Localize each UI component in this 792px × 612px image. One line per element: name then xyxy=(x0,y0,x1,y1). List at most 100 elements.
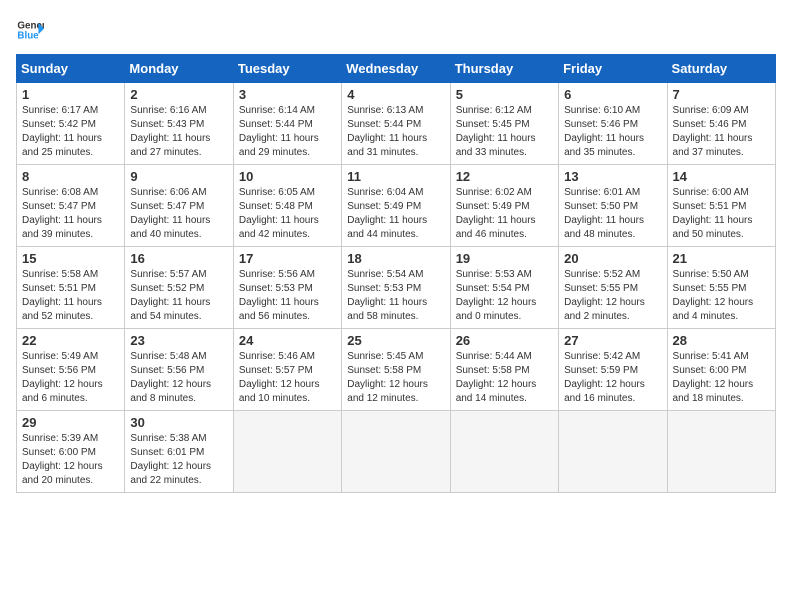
day-number: 29 xyxy=(22,415,119,430)
calendar-day-cell: 16 Sunrise: 5:57 AMSunset: 5:52 PMDaylig… xyxy=(125,247,233,329)
calendar-day-cell: 4 Sunrise: 6:13 AMSunset: 5:44 PMDayligh… xyxy=(342,83,450,165)
day-number: 12 xyxy=(456,169,553,184)
calendar-day-cell: 23 Sunrise: 5:48 AMSunset: 5:56 PMDaylig… xyxy=(125,329,233,411)
calendar-day-cell: 10 Sunrise: 6:05 AMSunset: 5:48 PMDaylig… xyxy=(233,165,341,247)
calendar-day-cell: 9 Sunrise: 6:06 AMSunset: 5:47 PMDayligh… xyxy=(125,165,233,247)
calendar-day-cell: 25 Sunrise: 5:45 AMSunset: 5:58 PMDaylig… xyxy=(342,329,450,411)
day-info: Sunrise: 6:16 AMSunset: 5:43 PMDaylight:… xyxy=(130,104,227,160)
day-number: 22 xyxy=(22,333,119,348)
day-info: Sunrise: 5:46 AMSunset: 5:57 PMDaylight:… xyxy=(239,350,336,406)
day-number: 9 xyxy=(130,169,227,184)
day-number: 1 xyxy=(22,87,119,102)
day-number: 10 xyxy=(239,169,336,184)
calendar-day-cell: 27 Sunrise: 5:42 AMSunset: 5:59 PMDaylig… xyxy=(559,329,667,411)
calendar-day-cell xyxy=(233,411,341,493)
day-number: 15 xyxy=(22,251,119,266)
day-info: Sunrise: 6:06 AMSunset: 5:47 PMDaylight:… xyxy=(130,186,227,242)
day-number: 17 xyxy=(239,251,336,266)
day-info: Sunrise: 5:49 AMSunset: 5:56 PMDaylight:… xyxy=(22,350,119,406)
day-number: 11 xyxy=(347,169,444,184)
col-header-tuesday: Tuesday xyxy=(233,55,341,83)
day-info: Sunrise: 5:53 AMSunset: 5:54 PMDaylight:… xyxy=(456,268,553,324)
day-info: Sunrise: 5:50 AMSunset: 5:55 PMDaylight:… xyxy=(673,268,770,324)
day-info: Sunrise: 5:39 AMSunset: 6:00 PMDaylight:… xyxy=(22,432,119,488)
day-number: 7 xyxy=(673,87,770,102)
day-info: Sunrise: 6:05 AMSunset: 5:48 PMDaylight:… xyxy=(239,186,336,242)
calendar-day-cell xyxy=(450,411,558,493)
day-number: 25 xyxy=(347,333,444,348)
col-header-monday: Monday xyxy=(125,55,233,83)
day-info: Sunrise: 6:08 AMSunset: 5:47 PMDaylight:… xyxy=(22,186,119,242)
calendar-day-cell: 13 Sunrise: 6:01 AMSunset: 5:50 PMDaylig… xyxy=(559,165,667,247)
calendar-day-cell: 5 Sunrise: 6:12 AMSunset: 5:45 PMDayligh… xyxy=(450,83,558,165)
day-number: 8 xyxy=(22,169,119,184)
day-number: 28 xyxy=(673,333,770,348)
day-info: Sunrise: 5:42 AMSunset: 5:59 PMDaylight:… xyxy=(564,350,661,406)
calendar-week-row: 29 Sunrise: 5:39 AMSunset: 6:00 PMDaylig… xyxy=(17,411,776,493)
day-info: Sunrise: 6:13 AMSunset: 5:44 PMDaylight:… xyxy=(347,104,444,160)
calendar-day-cell: 29 Sunrise: 5:39 AMSunset: 6:00 PMDaylig… xyxy=(17,411,125,493)
svg-text:Blue: Blue xyxy=(17,30,39,41)
day-info: Sunrise: 5:52 AMSunset: 5:55 PMDaylight:… xyxy=(564,268,661,324)
day-number: 5 xyxy=(456,87,553,102)
day-info: Sunrise: 5:56 AMSunset: 5:53 PMDaylight:… xyxy=(239,268,336,324)
calendar-day-cell: 17 Sunrise: 5:56 AMSunset: 5:53 PMDaylig… xyxy=(233,247,341,329)
day-number: 26 xyxy=(456,333,553,348)
day-number: 19 xyxy=(456,251,553,266)
calendar-day-cell: 19 Sunrise: 5:53 AMSunset: 5:54 PMDaylig… xyxy=(450,247,558,329)
calendar-week-row: 8 Sunrise: 6:08 AMSunset: 5:47 PMDayligh… xyxy=(17,165,776,247)
calendar-week-row: 1 Sunrise: 6:17 AMSunset: 5:42 PMDayligh… xyxy=(17,83,776,165)
day-info: Sunrise: 6:09 AMSunset: 5:46 PMDaylight:… xyxy=(673,104,770,160)
day-number: 23 xyxy=(130,333,227,348)
col-header-friday: Friday xyxy=(559,55,667,83)
day-info: Sunrise: 6:10 AMSunset: 5:46 PMDaylight:… xyxy=(564,104,661,160)
calendar-day-cell: 30 Sunrise: 5:38 AMSunset: 6:01 PMDaylig… xyxy=(125,411,233,493)
day-info: Sunrise: 6:02 AMSunset: 5:49 PMDaylight:… xyxy=(456,186,553,242)
day-info: Sunrise: 5:58 AMSunset: 5:51 PMDaylight:… xyxy=(22,268,119,324)
day-info: Sunrise: 6:17 AMSunset: 5:42 PMDaylight:… xyxy=(22,104,119,160)
day-info: Sunrise: 5:48 AMSunset: 5:56 PMDaylight:… xyxy=(130,350,227,406)
calendar-day-cell: 1 Sunrise: 6:17 AMSunset: 5:42 PMDayligh… xyxy=(17,83,125,165)
calendar-day-cell xyxy=(342,411,450,493)
calendar-day-cell: 6 Sunrise: 6:10 AMSunset: 5:46 PMDayligh… xyxy=(559,83,667,165)
calendar-week-row: 22 Sunrise: 5:49 AMSunset: 5:56 PMDaylig… xyxy=(17,329,776,411)
col-header-thursday: Thursday xyxy=(450,55,558,83)
day-info: Sunrise: 5:57 AMSunset: 5:52 PMDaylight:… xyxy=(130,268,227,324)
day-info: Sunrise: 5:45 AMSunset: 5:58 PMDaylight:… xyxy=(347,350,444,406)
day-number: 24 xyxy=(239,333,336,348)
day-info: Sunrise: 6:01 AMSunset: 5:50 PMDaylight:… xyxy=(564,186,661,242)
col-header-wednesday: Wednesday xyxy=(342,55,450,83)
day-number: 2 xyxy=(130,87,227,102)
page-header: General Blue xyxy=(16,16,776,44)
calendar-day-cell: 20 Sunrise: 5:52 AMSunset: 5:55 PMDaylig… xyxy=(559,247,667,329)
day-number: 3 xyxy=(239,87,336,102)
calendar-day-cell: 26 Sunrise: 5:44 AMSunset: 5:58 PMDaylig… xyxy=(450,329,558,411)
day-info: Sunrise: 6:14 AMSunset: 5:44 PMDaylight:… xyxy=(239,104,336,160)
day-number: 27 xyxy=(564,333,661,348)
day-number: 21 xyxy=(673,251,770,266)
day-number: 14 xyxy=(673,169,770,184)
calendar-day-cell: 21 Sunrise: 5:50 AMSunset: 5:55 PMDaylig… xyxy=(667,247,775,329)
day-info: Sunrise: 5:41 AMSunset: 6:00 PMDaylight:… xyxy=(673,350,770,406)
day-info: Sunrise: 6:00 AMSunset: 5:51 PMDaylight:… xyxy=(673,186,770,242)
calendar-day-cell xyxy=(559,411,667,493)
col-header-sunday: Sunday xyxy=(17,55,125,83)
day-number: 4 xyxy=(347,87,444,102)
calendar-day-cell: 8 Sunrise: 6:08 AMSunset: 5:47 PMDayligh… xyxy=(17,165,125,247)
calendar-table: SundayMondayTuesdayWednesdayThursdayFrid… xyxy=(16,54,776,493)
day-info: Sunrise: 5:38 AMSunset: 6:01 PMDaylight:… xyxy=(130,432,227,488)
day-info: Sunrise: 5:54 AMSunset: 5:53 PMDaylight:… xyxy=(347,268,444,324)
day-number: 6 xyxy=(564,87,661,102)
calendar-day-cell: 22 Sunrise: 5:49 AMSunset: 5:56 PMDaylig… xyxy=(17,329,125,411)
day-info: Sunrise: 5:44 AMSunset: 5:58 PMDaylight:… xyxy=(456,350,553,406)
day-number: 18 xyxy=(347,251,444,266)
day-info: Sunrise: 6:04 AMSunset: 5:49 PMDaylight:… xyxy=(347,186,444,242)
calendar-header-row: SundayMondayTuesdayWednesdayThursdayFrid… xyxy=(17,55,776,83)
calendar-day-cell: 7 Sunrise: 6:09 AMSunset: 5:46 PMDayligh… xyxy=(667,83,775,165)
day-number: 20 xyxy=(564,251,661,266)
logo-icon: General Blue xyxy=(16,16,44,44)
calendar-day-cell: 11 Sunrise: 6:04 AMSunset: 5:49 PMDaylig… xyxy=(342,165,450,247)
calendar-day-cell: 3 Sunrise: 6:14 AMSunset: 5:44 PMDayligh… xyxy=(233,83,341,165)
calendar-day-cell: 12 Sunrise: 6:02 AMSunset: 5:49 PMDaylig… xyxy=(450,165,558,247)
day-info: Sunrise: 6:12 AMSunset: 5:45 PMDaylight:… xyxy=(456,104,553,160)
